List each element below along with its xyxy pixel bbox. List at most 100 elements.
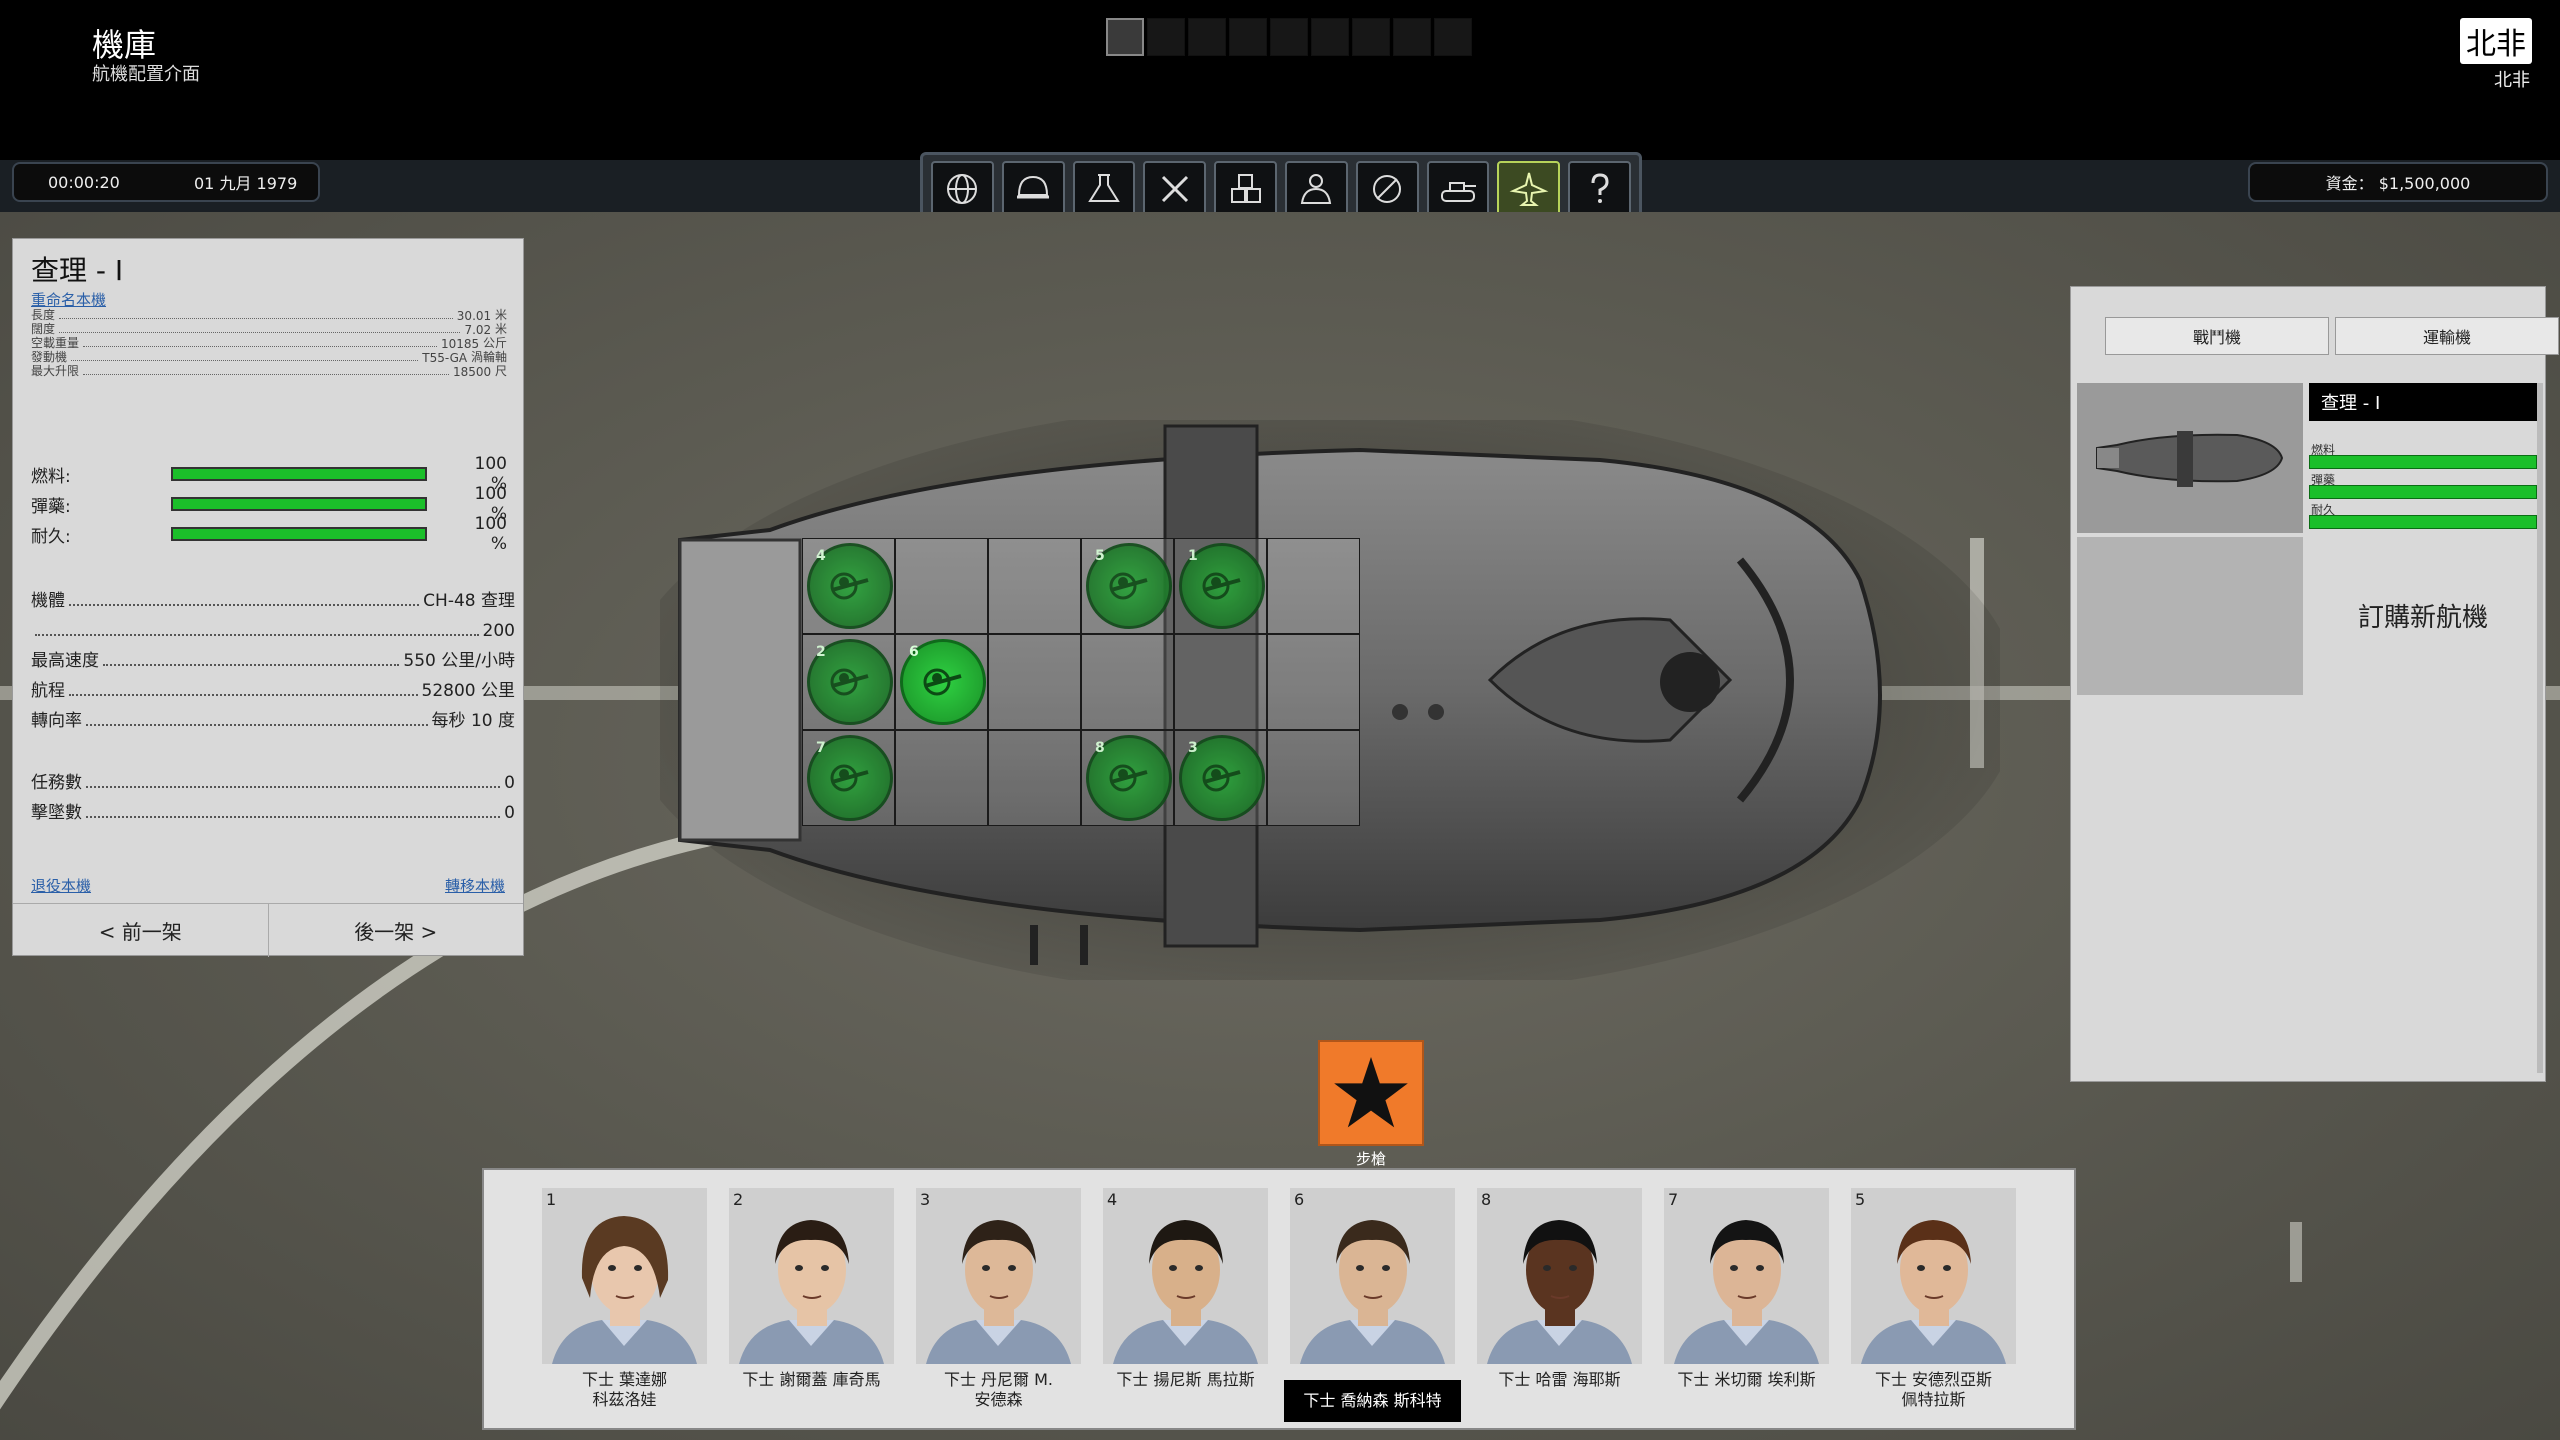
speed-step-5[interactable]: [1270, 18, 1308, 56]
cargo-cell[interactable]: 2: [802, 634, 895, 730]
speed-step-6[interactable]: [1311, 18, 1349, 56]
speed-step-9[interactable]: [1434, 18, 1472, 56]
soldier-seat-icon: [1109, 572, 1148, 600]
bar-label: 燃料:: [31, 466, 71, 487]
cargo-cell[interactable]: [1081, 634, 1174, 730]
tools-button[interactable]: [1143, 161, 1207, 217]
cargo-cell[interactable]: [895, 730, 988, 826]
soldier-card[interactable]: 6 下士 喬納森 斯科特: [1284, 1188, 1461, 1424]
soldier-seat[interactable]: 6: [900, 639, 986, 725]
aircraft-list-panel: 戰鬥機 運輸機 查理 - I 燃料 彈藥 耐久 訂購新航機: [2070, 286, 2559, 1082]
cargo-cell[interactable]: [988, 634, 1081, 730]
soldier-card[interactable]: 7 下士 米切爾 埃利斯: [1664, 1188, 1829, 1424]
leader-dots: [83, 374, 449, 375]
aircraft-thumbnail[interactable]: [2077, 383, 2303, 533]
soldier-card[interactable]: 3 下士 丹尼爾 M. 安德森: [916, 1188, 1081, 1424]
soldier-card[interactable]: 5 下士 安德烈亞斯 佩特拉斯: [1851, 1188, 2016, 1424]
stat-label: 轉向率: [31, 711, 82, 731]
cargo-cell[interactable]: 6: [895, 634, 988, 730]
bar-label: 彈藥:: [31, 496, 71, 517]
clock-display: 00:00:20 01 九月 1979: [12, 162, 320, 202]
personnel-icon: [1301, 174, 1332, 204]
soldier-card[interactable]: 4 下士 揚尼斯 馬拉斯: [1103, 1188, 1268, 1424]
soldier-card[interactable]: 1 下士 葉達娜 科茲洛娃: [542, 1188, 707, 1424]
empty-aircraft-slot[interactable]: [2077, 537, 2303, 695]
help-button[interactable]: [1568, 161, 1631, 217]
stat-row: 最高速度 550 公里/小時: [31, 647, 515, 671]
soldier-card[interactable]: 8 下士 哈雷 海耶斯: [1477, 1188, 1642, 1424]
stat-label: 機體: [31, 591, 65, 611]
order-new-aircraft-button[interactable]: 訂購新航機: [2309, 597, 2537, 634]
stat-value: 每秒 10 度: [431, 711, 515, 731]
selected-aircraft-name[interactable]: 查理 - I: [2309, 383, 2537, 421]
speed-step-7[interactable]: [1352, 18, 1390, 56]
stat-value: 550 公里/小時: [403, 651, 515, 671]
time-speed-control[interactable]: [1106, 18, 1472, 56]
speed-step-1[interactable]: [1106, 18, 1144, 56]
soldier-seat[interactable]: 1: [1179, 543, 1265, 629]
next-aircraft-button[interactable]: 後一架 >: [269, 904, 524, 957]
intel-icon: [1373, 175, 1402, 203]
globe-icon: [947, 174, 978, 204]
soldier-portrait: 8: [1477, 1188, 1642, 1364]
cargo-cell[interactable]: [1267, 634, 1360, 730]
speed-step-4[interactable]: [1229, 18, 1267, 56]
soldier-seat[interactable]: 7: [807, 735, 893, 821]
crates-button[interactable]: [1214, 161, 1277, 217]
tank-button[interactable]: [1426, 161, 1490, 217]
region-badge[interactable]: 北非: [2460, 18, 2532, 64]
speed-step-8[interactable]: [1393, 18, 1431, 56]
speed-step-2[interactable]: [1147, 18, 1185, 56]
soldier-seat-icon: [830, 668, 869, 696]
speed-step-3[interactable]: [1188, 18, 1226, 56]
cargo-cell[interactable]: [988, 730, 1081, 826]
soldier-card[interactable]: 2 下士 謝爾蓋 庫奇馬: [729, 1188, 894, 1424]
cargo-cell[interactable]: 3: [1174, 730, 1267, 826]
aircraft-button[interactable]: [1497, 161, 1561, 217]
soldier-class-label: 步槍: [1355, 1150, 1386, 1168]
soldier-seat-icon: [1202, 764, 1241, 792]
soldier-portrait: 2: [729, 1188, 894, 1364]
leader-dots: [86, 816, 501, 818]
cargo-cell[interactable]: [988, 538, 1081, 634]
cargo-cell[interactable]: 4: [802, 538, 895, 634]
leader-dots: [86, 786, 501, 788]
spec-value: 18500: [452, 365, 492, 379]
aircraft-thumbnail-image: [2096, 431, 2284, 487]
soldier-seat[interactable]: 4: [807, 543, 893, 629]
globe-button[interactable]: [931, 161, 994, 217]
star-icon: [1334, 1057, 1408, 1128]
tab-fighter[interactable]: 戰鬥機: [2105, 317, 2329, 355]
tab-transport[interactable]: 運輸機: [2335, 317, 2559, 355]
status-bar-fill: [173, 469, 425, 479]
soldier-name: 下士 謝爾蓋 庫奇馬: [742, 1370, 881, 1389]
cargo-cell[interactable]: 1: [1174, 538, 1267, 634]
cargo-cell[interactable]: [1267, 538, 1360, 634]
helmet-button[interactable]: [1001, 161, 1065, 217]
soldier-face-image: [1851, 1188, 2016, 1364]
cargo-cell[interactable]: 5: [1081, 538, 1174, 634]
intel-button[interactable]: [1355, 161, 1419, 217]
status-bar-fill: [173, 529, 425, 539]
dismiss-aircraft-link[interactable]: 退役本機: [31, 875, 91, 896]
soldier-seat[interactable]: 5: [1086, 543, 1172, 629]
seat-number: 4: [816, 548, 826, 564]
cargo-cell[interactable]: [1174, 634, 1267, 730]
panel-scrollbar[interactable]: [2537, 383, 2543, 1073]
personnel-button[interactable]: [1284, 161, 1348, 217]
cargo-seat-grid: 4 5 1 2 6 7 8 3: [802, 538, 1360, 826]
flask-button[interactable]: [1072, 161, 1136, 217]
cargo-cell[interactable]: 8: [1081, 730, 1174, 826]
soldier-seat[interactable]: 2: [807, 639, 893, 725]
spec-row: 最大升限 18500 尺: [31, 361, 507, 379]
soldier-seat[interactable]: 8: [1086, 735, 1172, 821]
cargo-cell[interactable]: [1267, 730, 1360, 826]
flask-icon: [1088, 174, 1120, 202]
previous-aircraft-button[interactable]: < 前一架: [13, 904, 269, 957]
cargo-cell[interactable]: 7: [802, 730, 895, 826]
soldier-seat[interactable]: 3: [1179, 735, 1265, 821]
soldier-class-badge[interactable]: [1318, 1040, 1424, 1146]
transfer-aircraft-link[interactable]: 轉移本機: [445, 875, 505, 896]
cargo-cell[interactable]: [895, 538, 988, 634]
soldier-roster: 1 下士 葉達娜 科茲洛娃 2 下士 謝爾蓋 庫奇馬 3 下士 丹尼爾 M. 安德森 4 下士…: [482, 1168, 2076, 1430]
